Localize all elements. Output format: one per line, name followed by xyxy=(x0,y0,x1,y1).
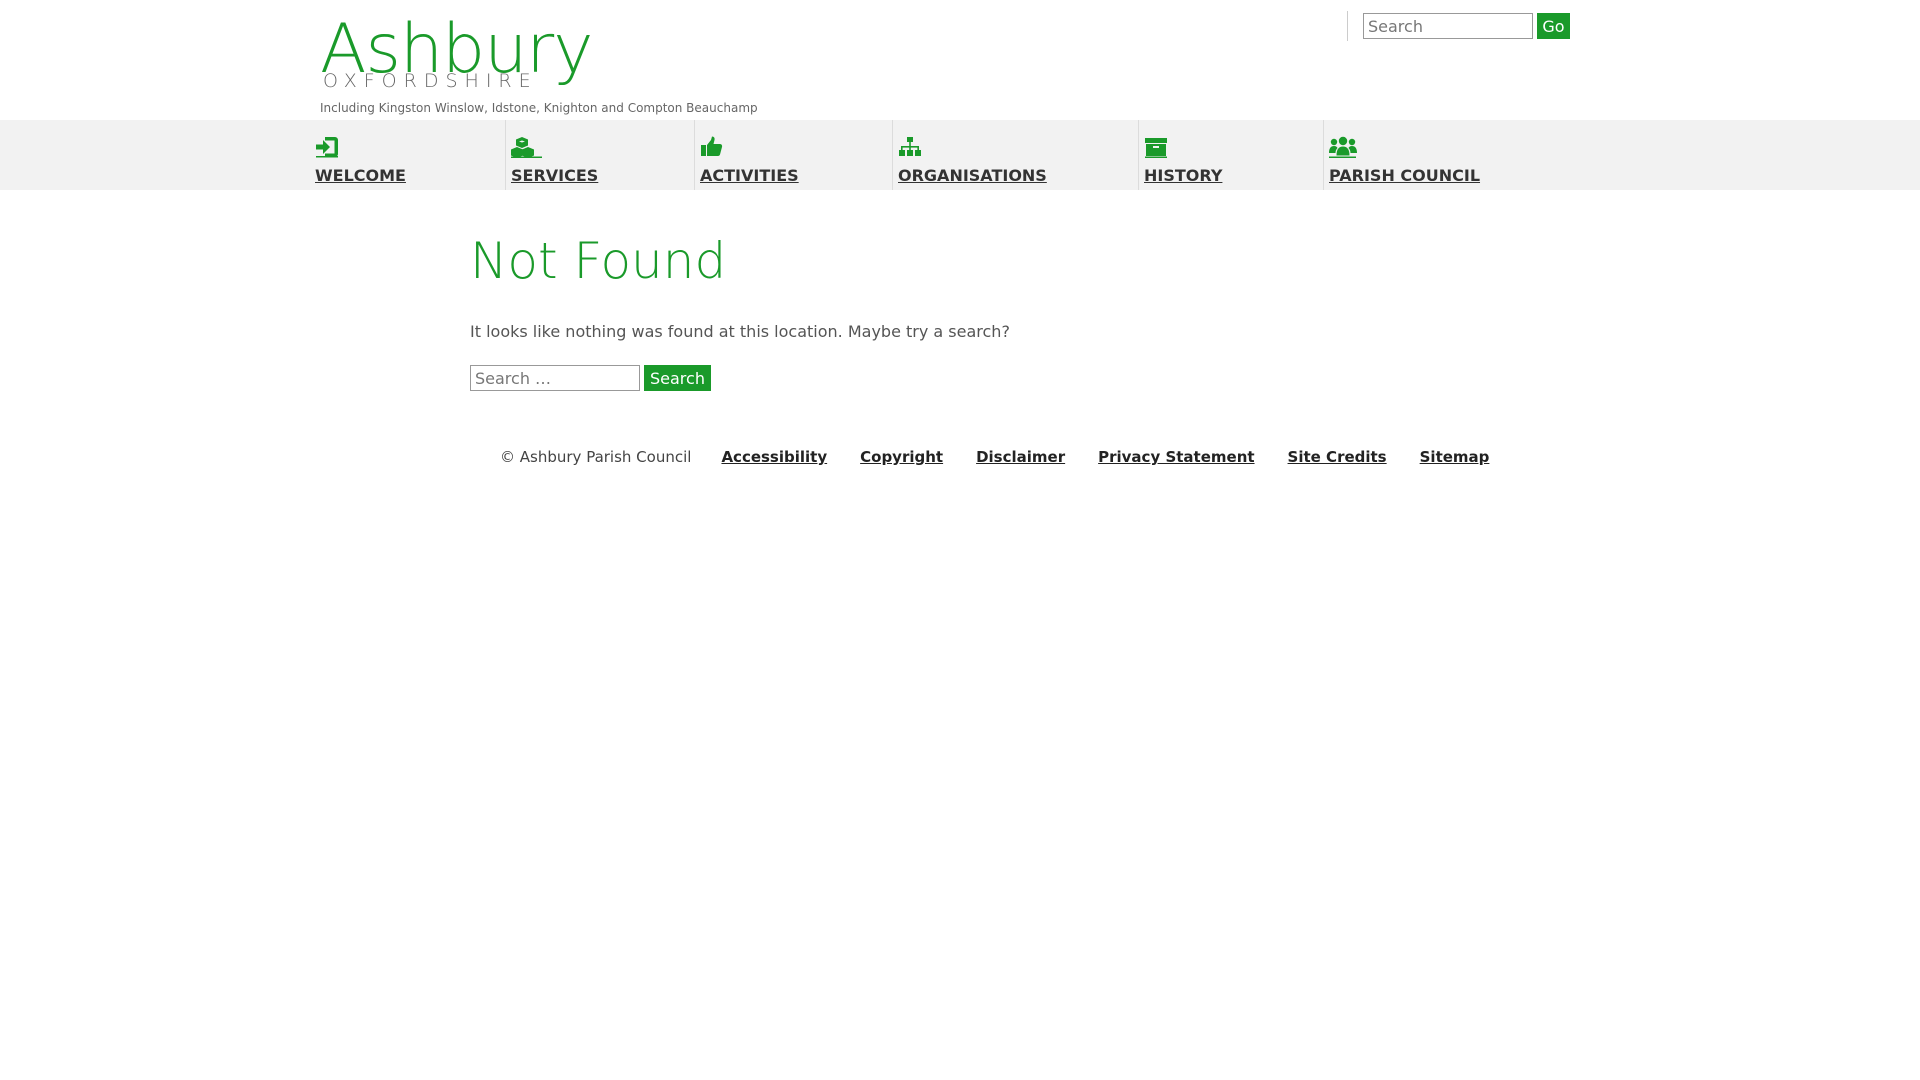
nav-label-organisations: ORGANISATIONS xyxy=(898,166,1047,185)
footer-link-copyright[interactable]: Copyright xyxy=(860,448,943,466)
footer-link-sitemap[interactable]: Sitemap xyxy=(1420,448,1490,466)
thumbs-up-icon xyxy=(700,136,724,158)
not-found-message: It looks like nothing was found at this … xyxy=(470,322,1010,341)
site-tagline: Including Kingston Winslow, Idstone, Kni… xyxy=(320,101,758,115)
header-search-input[interactable] xyxy=(1363,13,1533,39)
page: Ashbury OXFORDSHIRE Including Kingston W… xyxy=(0,0,1920,1080)
nav-label-parish-council: PARISH COUNCIL xyxy=(1329,166,1481,185)
site-branding: Ashbury OXFORDSHIRE xyxy=(320,12,594,93)
footer-link-privacy-statement[interactable]: Privacy Statement xyxy=(1098,448,1254,466)
footer-link-accessibility[interactable]: Accessibility xyxy=(721,448,827,466)
nav-item-history[interactable]: HISTORY xyxy=(1138,120,1323,190)
site-county: OXFORDSHIRE xyxy=(323,70,538,92)
header-search-button[interactable]: Go xyxy=(1537,13,1570,39)
header-divider xyxy=(1347,11,1348,41)
nav-item-services[interactable]: SERVICES xyxy=(505,120,694,190)
nav-label-services: SERVICES xyxy=(511,166,599,185)
sign-in-icon xyxy=(315,136,339,158)
footer-copyright: © Ashbury Parish Council xyxy=(500,448,692,466)
site-header: Ashbury OXFORDSHIRE Including Kingston W… xyxy=(0,0,1920,120)
nav-label-activities: ACTIVITIES xyxy=(700,166,799,185)
nav-label-welcome: WELCOME xyxy=(315,166,406,185)
footer-link-disclaimer[interactable]: Disclaimer xyxy=(976,448,1065,466)
content-search-form: Search xyxy=(470,365,1470,391)
footer-link-site-credits[interactable]: Site Credits xyxy=(1288,448,1387,466)
users-icon xyxy=(1329,136,1357,158)
content-search-button[interactable]: Search xyxy=(644,365,711,391)
archive-icon xyxy=(1144,136,1168,158)
cubes-icon xyxy=(511,136,542,158)
page-title: Not Found xyxy=(470,232,727,290)
nav-item-parish-council[interactable]: PARISH COUNCIL xyxy=(1323,120,1573,190)
header-search-form: Go xyxy=(1347,11,1570,41)
nav-item-welcome[interactable]: WELCOME xyxy=(310,120,505,190)
sitemap-icon xyxy=(898,136,922,158)
main-navigation: WELCOME SERVICES ACTIVITIES ORGANISATION… xyxy=(0,120,1920,190)
main-content: Not Found It looks like nothing was foun… xyxy=(470,230,1470,391)
nav-item-activities[interactable]: ACTIVITIES xyxy=(694,120,892,190)
nav-label-history: HISTORY xyxy=(1144,166,1223,185)
content-search-input[interactable] xyxy=(470,365,640,391)
site-footer: © Ashbury Parish Council Accessibility C… xyxy=(500,448,1522,466)
nav-item-organisations[interactable]: ORGANISATIONS xyxy=(892,120,1138,190)
